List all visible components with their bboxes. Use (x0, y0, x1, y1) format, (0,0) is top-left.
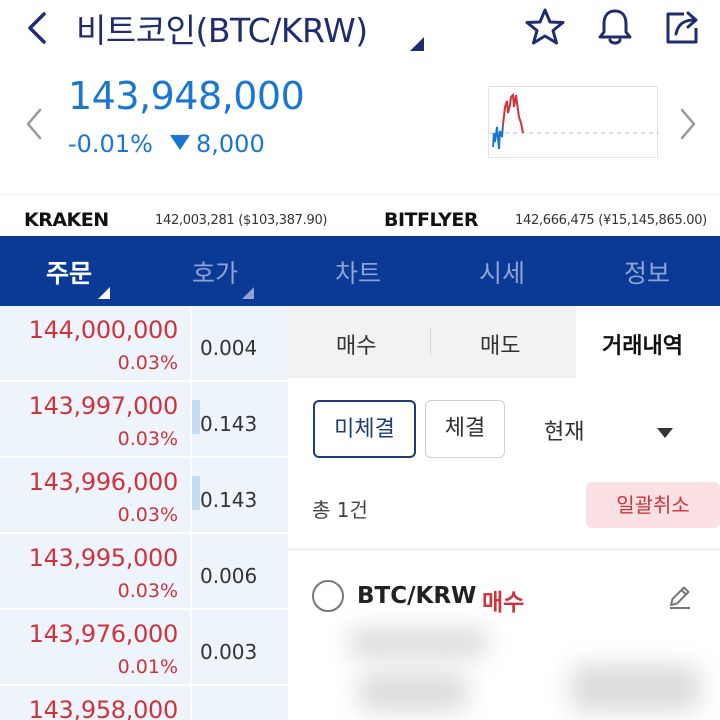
orderbook-row[interactable]: 143,976,000 0.01% 0.003 (0, 610, 288, 686)
redacted-order-detail (358, 672, 468, 712)
next-coin-arrow-icon[interactable] (676, 104, 700, 144)
tab-market-price[interactable]: 시세 (479, 254, 525, 290)
orderbook-row[interactable]: 144,000,000 0.03% 0.004 (0, 306, 288, 382)
title-dropdown-caret-icon[interactable] (410, 36, 424, 51)
page-title[interactable]: 비트코인(BTC/KRW) (76, 4, 368, 52)
order-book: 144,000,000 0.03% 0.004 143,997,000 0.03… (0, 306, 288, 720)
tab-sell[interactable]: 매도 (480, 328, 520, 360)
redacted-order-detail (570, 664, 700, 712)
down-triangle-icon (170, 135, 190, 150)
redacted-order-detail (348, 628, 488, 658)
bell-icon[interactable] (594, 6, 636, 48)
orderbook-qty: 0.143 (200, 412, 258, 436)
orderbook-qty: 0.006 (200, 564, 258, 588)
exchange-comparison-bar: KRAKEN 142,003,281 ($103,387.90) BITFLYE… (0, 194, 720, 238)
orderbook-percent: 0.03% (117, 428, 178, 450)
current-price: 143,948,000 (68, 74, 305, 118)
orderbook-price: 143,996,000 (28, 468, 179, 496)
order-side-badge: 매수 (482, 590, 525, 616)
change-percent: -0.01% (68, 130, 153, 158)
share-icon[interactable] (662, 6, 704, 48)
orderbook-price: 143,958,000 (28, 696, 179, 720)
orderbook-qty: 0.143 (200, 488, 258, 512)
orderbook-row[interactable]: 143,997,000 0.03% 0.143 (0, 382, 288, 458)
current-filter-select[interactable]: 현재 (544, 414, 584, 446)
tab-order[interactable]: 주문 (46, 254, 92, 290)
orderbook-qty: 0.004 (200, 336, 258, 360)
mini-price-chart[interactable] (488, 86, 659, 158)
exchange-name: KRAKEN (24, 209, 109, 231)
tab-info[interactable]: 정보 (624, 254, 670, 290)
prev-coin-arrow-icon[interactable] (22, 104, 46, 144)
orderbook-price-cell: 144,000,000 0.03% (0, 306, 190, 380)
orderbook-price-cell: 143,976,000 0.01% (0, 610, 190, 684)
orderbook-qty-cell: 0.143 (192, 458, 288, 532)
pencil-icon[interactable] (666, 582, 694, 610)
orderbook-price-cell: 143,958,000 (0, 686, 190, 720)
orderbook-row[interactable]: 143,995,000 0.03% 0.006 (0, 534, 288, 610)
orderbook-price: 143,995,000 (28, 544, 179, 572)
exchange-value: 142,666,475 (¥15,145,865.00) (515, 213, 707, 228)
trade-panel: 매수 매도 거래내역 미체결 체결 현재 총 1건 일괄취소 BTC/KRW 매… (288, 306, 720, 720)
orderbook-percent: 0.03% (117, 352, 178, 374)
order-count: 총 1건 (312, 498, 368, 522)
orderbook-depth-bar (192, 476, 200, 510)
orderbook-price: 143,976,000 (28, 620, 179, 648)
exchange-name: BITFLYER (384, 209, 479, 231)
tab-buy[interactable]: 매수 (336, 328, 376, 360)
main-tab-bar: 주문 호가 차트 시세 정보 (0, 236, 720, 306)
orderbook-qty: 0.003 (200, 640, 258, 664)
orderbook-qty-cell: 0.006 (192, 534, 288, 608)
order-pair: BTC/KRW (357, 583, 477, 609)
unfilled-filter-button[interactable]: 미체결 (313, 400, 416, 458)
orderbook-percent: 0.01% (117, 656, 178, 678)
order-select-radio[interactable] (312, 580, 344, 612)
filled-filter-button[interactable]: 체결 (425, 400, 505, 458)
back-arrow-icon[interactable] (22, 8, 56, 48)
orderbook-price-cell: 143,996,000 0.03% (0, 458, 190, 532)
orderbook-qty-cell: 0.143 (192, 382, 288, 456)
trade-sub-tabs: 매수 매도 거래내역 (288, 306, 720, 378)
star-icon[interactable] (524, 6, 566, 48)
orderbook-price-cell: 143,997,000 0.03% (0, 382, 190, 456)
orderbook-price: 143,997,000 (28, 392, 179, 420)
tab-orderbook[interactable]: 호가 (192, 254, 238, 290)
app-header: 비트코인(BTC/KRW) (0, 0, 720, 58)
orderbook-qty-cell (192, 686, 288, 720)
chevron-down-icon[interactable] (656, 424, 674, 438)
orderbook-depth-bar (192, 400, 200, 434)
orderbook-percent: 0.03% (117, 580, 178, 602)
orderbook-price: 144,000,000 (28, 316, 179, 344)
sub-tab-divider (430, 328, 431, 356)
exchange-value: 142,003,281 ($103,387.90) (155, 213, 328, 228)
orderbook-qty-cell: 0.003 (192, 610, 288, 684)
orderbook-row[interactable]: 143,958,000 (0, 686, 288, 720)
orderbook-price-cell: 143,995,000 0.03% (0, 534, 190, 608)
change-amount: 8,000 (170, 130, 265, 158)
tab-caret-icon (242, 284, 254, 299)
tab-chart[interactable]: 차트 (335, 254, 381, 290)
cancel-all-button[interactable]: 일괄취소 (586, 482, 720, 528)
divider (288, 548, 720, 551)
orderbook-percent: 0.03% (117, 504, 178, 526)
tab-caret-icon (98, 284, 110, 299)
orderbook-row[interactable]: 143,996,000 0.03% 0.143 (0, 458, 288, 534)
orderbook-qty-cell: 0.004 (192, 306, 288, 380)
tab-trade-history[interactable]: 거래내역 (602, 328, 683, 360)
